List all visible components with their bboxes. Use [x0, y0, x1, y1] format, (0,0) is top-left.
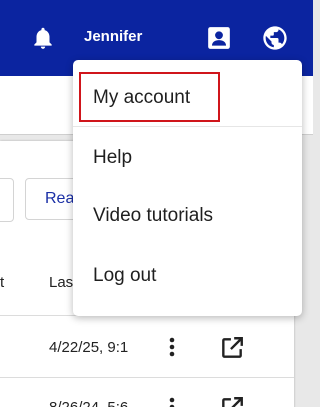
table-row-date: 8/26/24, 5:6 [49, 399, 145, 407]
menu-item-my-account[interactable]: My account [73, 70, 302, 126]
column-header-last[interactable]: Las [49, 274, 73, 291]
menu-item-help[interactable]: Help [73, 130, 302, 186]
more-vert-icon[interactable] [164, 395, 180, 407]
table-row-date: 4/22/25, 9:1 [49, 339, 129, 356]
menu-item-label: My account [93, 87, 191, 108]
menu-divider [73, 126, 302, 127]
open-in-new-icon[interactable] [219, 335, 245, 361]
menu-item-label: Video tutorials [93, 205, 214, 226]
page: Jennifer Rea t Las 4/22/25, 9:1 8/26/24,… [0, 0, 313, 407]
menu-item-log-out[interactable]: Log out [73, 248, 302, 304]
menu-item-label: Log out [93, 265, 157, 286]
open-in-new-icon[interactable] [219, 395, 245, 407]
toolbar-button-partial[interactable] [0, 178, 14, 222]
row-divider [0, 377, 294, 378]
read-button-label: Rea [45, 190, 75, 207]
menu-item-label: Help [93, 147, 133, 168]
column-header[interactable]: t [0, 274, 4, 291]
globe-icon[interactable] [261, 24, 289, 52]
contact-card-icon[interactable] [206, 25, 232, 51]
more-vert-icon[interactable] [164, 335, 180, 359]
menu-item-video-tutorials[interactable]: Video tutorials [73, 188, 302, 244]
bell-icon[interactable] [30, 24, 56, 52]
account-menu: My account Help Video tutorials Log out [73, 60, 302, 316]
user-name[interactable]: Jennifer [84, 28, 142, 45]
